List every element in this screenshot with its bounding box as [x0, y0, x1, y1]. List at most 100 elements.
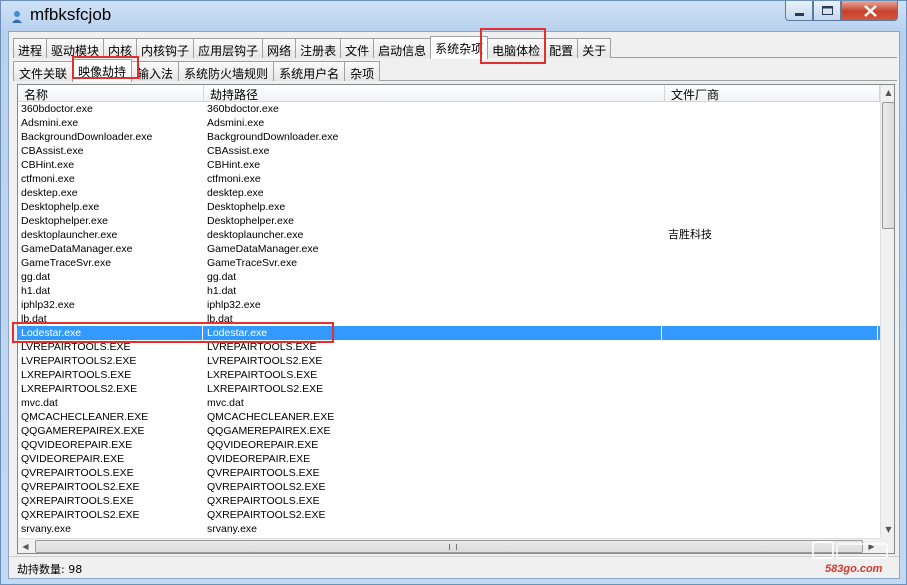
- table-row[interactable]: Adsmini.exe Adsmini.exe: [18, 116, 880, 130]
- table-row[interactable]: BackgroundDownloader.exe BackgroundDownlo…: [18, 130, 880, 144]
- table-row[interactable]: 360bdoctor.exe 360bdoctor.exe: [18, 102, 880, 116]
- app-window: mfbksfcjob 进程 驱动模块 内核 内核钩子 应用层钩子 网络 注册表 文件 启动信息系…: [0, 0, 907, 585]
- table-row[interactable]: QQVIDEOREPAIR.EXE QQVIDEOREPAIR.EXE: [18, 438, 880, 452]
- main-tab-12[interactable]: 关于: [577, 38, 612, 58]
- main-tab-9[interactable]: 系统杂项: [430, 36, 489, 59]
- table-row[interactable]: lb.dat lb.dat: [18, 312, 880, 326]
- title-bar[interactable]: mfbksfcjob: [1, 1, 906, 31]
- table-row[interactable]: desktep.exe desktep.exe: [18, 186, 880, 200]
- table-row[interactable]: GameDataManager.exe GameDataManager.exe: [18, 242, 880, 256]
- table-row[interactable]: LVREPAIRTOOLS2.EXE LVREPAIRTOOLS2.EXE: [18, 354, 880, 368]
- table-row[interactable]: h1.dat h1.dat: [18, 284, 880, 298]
- table-row[interactable]: LVREPAIRTOOLS.EXE LVREPAIRTOOLS.EXE: [18, 340, 880, 354]
- cell-name: mvc.dat: [21, 397, 58, 409]
- main-tab-1[interactable]: 驱动模块: [46, 38, 105, 58]
- sub-tab-0[interactable]: 文件关联: [13, 61, 74, 81]
- main-tab-0[interactable]: 进程: [13, 38, 48, 58]
- table-row[interactable]: desktoplauncher.exe desktoplauncher.exe 吉胜…: [18, 228, 880, 242]
- cell-name: QVIDEOREPAIR.EXE: [21, 453, 125, 465]
- table-row[interactable]: Desktophelp.exe Desktophelp.exe: [18, 200, 880, 214]
- cell-path: Lodestar.exe: [207, 326, 662, 340]
- table-row[interactable]: QVREPAIRTOOLS.EXE QVREPAIRTOOLS.EXE: [18, 466, 880, 480]
- cell-name: LVREPAIRTOOLS.EXE: [21, 341, 131, 353]
- column-header-path[interactable]: 劫持路径: [204, 85, 665, 102]
- sub-tab-5[interactable]: 杂项: [344, 61, 381, 81]
- cell-path: srvany.exe: [207, 523, 257, 535]
- table-row[interactable]: GameTraceSvr.exe GameTraceSvr.exe: [18, 256, 880, 270]
- table-row[interactable]: QMCACHECLEANER.EXE QMCACHECLEANER.EXE: [18, 410, 880, 424]
- main-tab-10[interactable]: 电脑体检: [487, 38, 546, 58]
- window-title: mfbksfcjob: [30, 5, 112, 24]
- column-header-vendor[interactable]: 文件厂商: [665, 85, 880, 102]
- sub-tab-2[interactable]: 输入法: [131, 61, 180, 81]
- cell-name: ctfmoni.exe: [21, 173, 75, 185]
- table-row[interactable]: gg.dat gg.dat: [18, 270, 880, 284]
- main-tab-7[interactable]: 文件: [340, 38, 375, 58]
- horizontal-scrollbar[interactable]: ◀ ▶: [18, 538, 880, 553]
- table-row[interactable]: LXREPAIRTOOLS2.EXE LXREPAIRTOOLS2.EXE: [18, 382, 880, 396]
- main-tab-6[interactable]: 注册表: [295, 38, 342, 58]
- table-row[interactable]: Lodestar.exe Lodestar.exe: [18, 326, 880, 340]
- scroll-down-icon[interactable]: ▼: [881, 522, 894, 537]
- table-row[interactable]: mvc.dat mvc.dat: [18, 396, 880, 410]
- main-tab-bar: 进程 驱动模块 内核 内核钩子 应用层钩子 网络 注册表 文件 启动信息 系统杂项 电脑体检 配置 关于: [13, 36, 612, 59]
- maximize-button[interactable]: [813, 1, 841, 21]
- table-row[interactable]: CBAssist.exe CBAssist.exe: [18, 144, 880, 158]
- minimize-button[interactable]: [785, 1, 813, 21]
- main-tab-11[interactable]: 配置: [544, 38, 579, 58]
- cell-path: QXREPAIRTOOLS2.EXE: [207, 509, 326, 521]
- cell-path: LXREPAIRTOOLS.EXE: [207, 369, 318, 381]
- table-row[interactable]: iphlp32.exe iphlp32.exe: [18, 298, 880, 312]
- table-row[interactable]: QQGAMEREPAIREX.EXE QQGAMEREPAIREX.EXE: [18, 424, 880, 438]
- main-tab-8[interactable]: 启动信息: [373, 38, 432, 58]
- column-header-name[interactable]: 名称: [18, 85, 204, 102]
- cell-path: GameTraceSvr.exe: [207, 257, 298, 269]
- table-row[interactable]: QXREPAIRTOOLS.EXE QXREPAIRTOOLS.EXE: [18, 494, 880, 508]
- cell-path: QVREPAIRTOOLS2.EXE: [207, 481, 326, 493]
- cell-name: LXREPAIRTOOLS.EXE: [21, 369, 132, 381]
- cell-path: QQGAMEREPAIREX.EXE: [207, 425, 331, 437]
- cell-path: QXREPAIRTOOLS.EXE: [207, 495, 320, 507]
- table-row[interactable]: QVIDEOREPAIR.EXE QVIDEOREPAIR.EXE: [18, 452, 880, 466]
- table-row[interactable]: LXREPAIRTOOLS.EXE LXREPAIRTOOLS.EXE: [18, 368, 880, 382]
- vertical-scrollbar[interactable]: ▲ ▼: [880, 85, 894, 538]
- table-row[interactable]: Desktophelper.exe Desktophelper.exe: [18, 214, 880, 228]
- cell-path: LXREPAIRTOOLS2.EXE: [207, 383, 324, 395]
- table-row[interactable]: CBHint.exe CBHint.exe: [18, 158, 880, 172]
- main-tab-4[interactable]: 应用层钩子: [193, 38, 264, 58]
- scroll-left-icon[interactable]: ◀: [18, 539, 33, 553]
- hijack-list[interactable]: 名称 劫持路径 文件厂商 360bdoctor.exe 360bdoctor.ex…: [17, 84, 895, 554]
- cell-path: mvc.dat: [207, 397, 244, 409]
- cell-name: Adsmini.exe: [21, 117, 79, 129]
- minimize-icon: [795, 13, 804, 16]
- cell-name: BackgroundDownloader.exe: [21, 131, 153, 143]
- vertical-scroll-thumb[interactable]: [882, 102, 894, 229]
- main-tab-5[interactable]: 网络: [262, 38, 297, 58]
- maximize-icon: [822, 6, 833, 15]
- scroll-up-icon[interactable]: ▲: [881, 85, 894, 100]
- cell-path: h1.dat: [207, 285, 237, 297]
- cell-path: CBAssist.exe: [207, 145, 270, 157]
- table-row[interactable]: QVREPAIRTOOLS2.EXE QVREPAIRTOOLS2.EXE: [18, 480, 880, 494]
- sub-tab-4[interactable]: 系统用户名: [273, 61, 346, 81]
- horizontal-scroll-thumb[interactable]: [35, 540, 863, 553]
- table-row[interactable]: srvany.exe srvany.exe: [18, 522, 880, 536]
- cell-name: gg.dat: [21, 271, 51, 283]
- main-tab-2[interactable]: 内核: [103, 38, 138, 58]
- table-row[interactable]: QXREPAIRTOOLS2.EXE QXREPAIRTOOLS2.EXE: [18, 508, 880, 522]
- cell-path: GameDataManager.exe: [207, 243, 319, 255]
- cell-path: QVREPAIRTOOLS.EXE: [207, 467, 320, 479]
- watermark: 583go.com: [807, 536, 903, 580]
- main-tab-3[interactable]: 内核钩子: [136, 38, 195, 58]
- cell-path: CBHint.exe: [207, 159, 261, 171]
- close-button[interactable]: [841, 1, 898, 21]
- cell-name: CBAssist.exe: [21, 145, 84, 157]
- cell-path: gg.dat: [207, 271, 237, 283]
- cell-name: Desktophelp.exe: [21, 201, 100, 213]
- cell-path: Adsmini.exe: [207, 117, 265, 129]
- cell-path: BackgroundDownloader.exe: [207, 131, 339, 143]
- sub-tab-1[interactable]: 映像劫持: [72, 59, 133, 82]
- sub-tab-3[interactable]: 系统防火墙规则: [178, 61, 275, 81]
- table-row[interactable]: ctfmoni.exe ctfmoni.exe: [18, 172, 880, 186]
- cell-path: desktoplauncher.exe: [207, 229, 304, 241]
